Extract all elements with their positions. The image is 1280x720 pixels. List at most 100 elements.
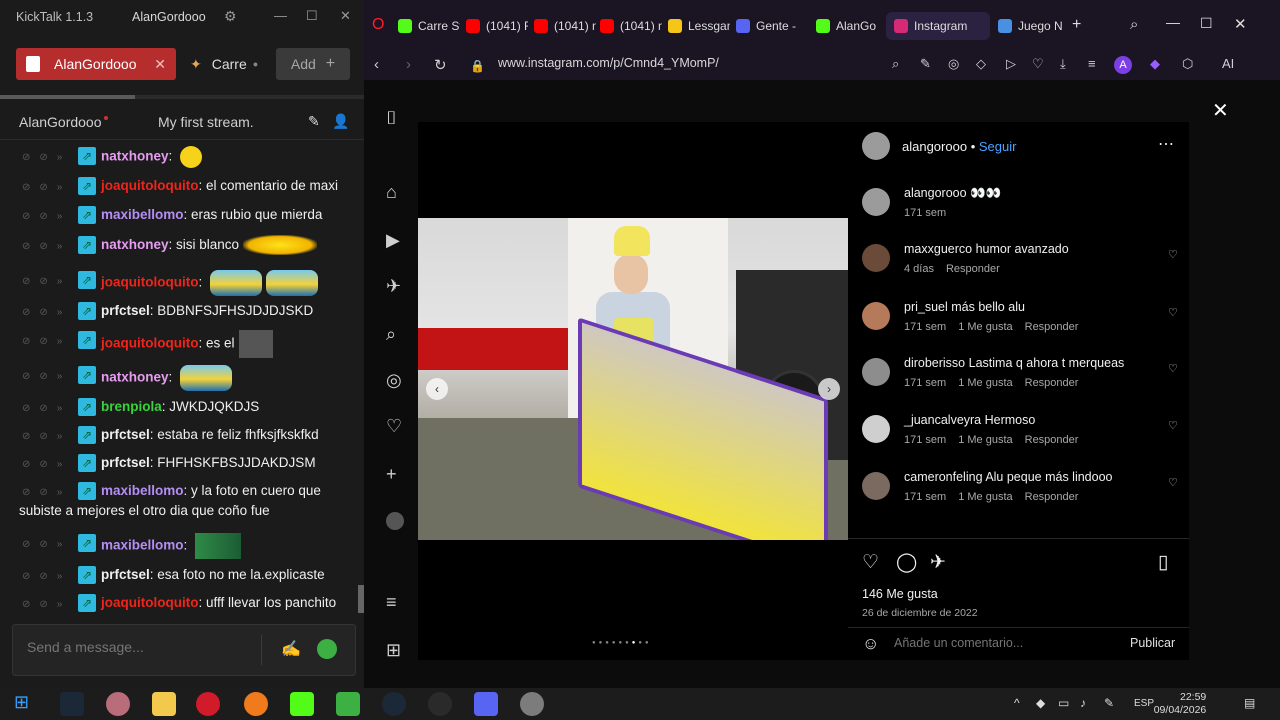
comment-likes[interactable]: 1 Me gusta [958,377,1012,389]
reload-icon[interactable]: ↻ [434,56,447,74]
mod-actions-icon[interactable]: ⊘⊘» [22,332,71,352]
close-post-icon[interactable]: ✕ [1212,98,1229,123]
browser-tab[interactable]: (1041) n [534,12,596,40]
follow-button[interactable]: Seguir [979,139,1017,154]
emote-picker-icon[interactable]: ✍ [281,639,301,659]
emote-minion-icon[interactable] [180,365,233,391]
mod-actions-icon[interactable]: ⊘⊘» [22,178,71,198]
comment-like-heart-icon[interactable]: ♡ [1168,306,1178,319]
mod-actions-icon[interactable]: ⊘⊘» [22,303,71,323]
chat-username[interactable]: maxibellomo [101,207,184,222]
save-bookmark-icon[interactable]: ▯ [1158,551,1168,574]
tab-scrollbar[interactable] [0,95,364,99]
comment-like-heart-icon[interactable]: ♡ [1168,476,1178,489]
profile-icon[interactable] [386,512,404,530]
download-icon[interactable]: ⤓ [1060,56,1066,72]
explore-icon[interactable]: ◎ [386,370,402,391]
mod-actions-icon[interactable]: ⊘⊘» [22,367,71,387]
comment-avatar[interactable] [862,302,890,330]
comment-username[interactable]: diroberisso [904,356,965,370]
pin-icon[interactable]: ✎ [308,113,320,130]
more-menu-icon[interactable]: ≡ [386,592,397,613]
opera-logo-icon[interactable]: O [372,16,384,34]
mod-actions-icon[interactable]: ⊘⊘» [22,272,71,292]
chat-username[interactable]: prfctsel [101,567,150,582]
tab-carre[interactable]: ✦ Carre ● [190,48,266,80]
author-username[interactable]: alangorooo [902,139,967,154]
kick-icon[interactable] [290,692,314,716]
close-icon[interactable]: ✕ [1234,15,1247,33]
emote-minion-icon[interactable] [210,270,262,296]
chat-username[interactable]: prfctsel [101,455,150,470]
comment-username[interactable]: _juancalveyra [904,413,981,427]
reply-button[interactable]: Responder [946,263,1000,275]
emote-pic-icon[interactable] [238,330,273,358]
caption-avatar[interactable] [862,188,890,216]
chat-username[interactable]: joaquitoloquito [101,275,198,290]
maximize-icon[interactable]: ☐ [306,8,318,24]
reels-icon[interactable]: ▶ [386,230,400,251]
emote-green-icon[interactable] [195,533,242,559]
file-explorer-icon[interactable] [152,692,176,716]
carousel-prev-icon[interactable]: ‹ [426,378,448,400]
chat-username[interactable]: joaquitoloquito [101,595,198,610]
mod-actions-icon[interactable]: ⊘⊘» [22,148,71,168]
mod-actions-icon[interactable]: ⊘⊘» [22,455,71,475]
windows-start-icon[interactable]: ⊞ [14,692,38,716]
mod-actions-icon[interactable]: ⊘⊘» [22,399,71,419]
browser-tab[interactable]: AlanGo [816,12,878,40]
comment-input[interactable] [894,636,1114,650]
mod-actions-icon[interactable]: ⊘⊘» [22,427,71,447]
comment-likes[interactable]: 1 Me gusta [958,434,1012,446]
comment-like-heart-icon[interactable]: ♡ [1168,419,1178,432]
notifications-icon[interactable]: ▤ [1244,696,1255,710]
emoji-icon[interactable]: ☺ [862,634,879,654]
steam-icon[interactable] [60,692,84,716]
comment-username[interactable]: cameronfeling [904,470,983,484]
reply-button[interactable]: Responder [1025,491,1079,503]
new-tab-icon[interactable]: + [1072,16,1081,34]
profile-avatar-icon[interactable]: A [1114,56,1132,74]
discord-icon[interactable] [474,692,498,716]
comment-avatar[interactable] [862,415,890,443]
close-icon[interactable]: ✕ [340,8,351,24]
comment-avatar[interactable] [862,244,890,272]
create-icon[interactable]: + [386,464,397,485]
mod-actions-icon[interactable]: ⊘⊘» [22,483,71,503]
browser-tab[interactable]: (1041) n [600,12,662,40]
more-options-icon[interactable]: ⋯ [1158,134,1174,154]
share-icon[interactable]: ✈ [930,551,946,574]
language-indicator[interactable]: ESP [1134,698,1154,709]
search-icon[interactable]: ⌕ [386,324,396,345]
like-heart-icon[interactable]: ♡ [862,551,879,574]
chat-username[interactable]: joaquitoloquito [101,336,198,351]
chat-username[interactable]: brenpiola [101,399,162,414]
steam-icon[interactable] [382,692,406,716]
maximize-icon[interactable]: ☐ [1200,15,1213,32]
back-icon[interactable]: ‹ [374,56,379,73]
microphone-icon[interactable] [244,692,268,716]
app-icon[interactable] [520,692,544,716]
kick-emote-icon[interactable] [317,639,337,659]
chat-username[interactable]: joaquitoloquito [101,178,198,193]
chat-username[interactable]: natxhoney [101,370,169,385]
browser-tab[interactable]: Lessgan [668,12,730,40]
comment-avatar[interactable] [862,472,890,500]
chat-username[interactable]: maxibellomo [101,538,184,553]
chat-username[interactable]: maxibellomo [101,483,184,498]
address-bar[interactable]: www.instagram.com/p/Cmnd4_YMomP/ [498,56,719,70]
tray-expand-icon[interactable]: ^ [1014,696,1020,710]
close-tab-icon[interactable]: ✕ [154,56,166,73]
minimize-icon[interactable]: — [1166,14,1180,30]
notifications-heart-icon[interactable]: ♡ [386,416,402,437]
search-page-icon[interactable]: ⌕ [892,56,899,72]
play-icon[interactable]: ▷ [1006,56,1016,72]
comment-icon[interactable]: ◯ [896,551,917,574]
shield-icon[interactable]: ◇ [976,56,986,72]
publish-button[interactable]: Publicar [1130,636,1175,650]
comment-like-heart-icon[interactable]: ♡ [1168,362,1178,375]
search-icon[interactable]: ⌕ [1130,16,1138,33]
tray-app-icon[interactable]: ◆ [1036,696,1045,710]
browser-tab[interactable]: Instagram [886,12,990,40]
browser-tab[interactable]: Gente - [736,12,798,40]
